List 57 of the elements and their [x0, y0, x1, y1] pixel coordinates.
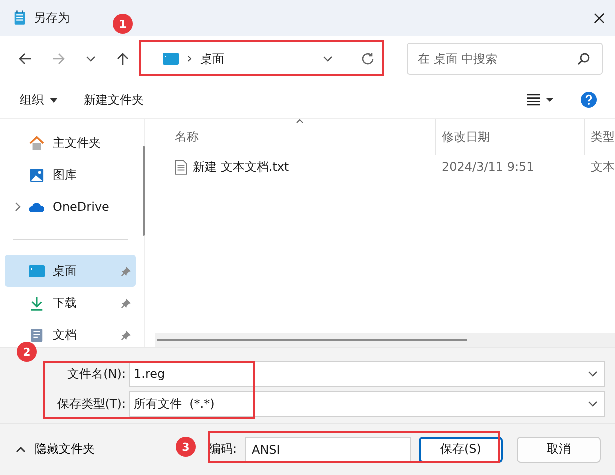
sidebar-item[interactable]: 主文件夹: [5, 127, 136, 159]
sidebar-item[interactable]: 下载: [5, 287, 136, 319]
home-icon: [29, 136, 45, 150]
field-label: 文件名(N):: [66, 366, 127, 382]
sort-caret-icon: [296, 119, 304, 124]
cancel-button[interactable]: 取消: [517, 436, 601, 462]
help-icon[interactable]: [581, 92, 597, 108]
column-header[interactable]: 名称: [157, 119, 435, 155]
desktop-icon: [29, 264, 45, 278]
field-label: 编码:: [208, 441, 237, 458]
sidebar-item[interactable]: 桌面: [5, 255, 136, 287]
back-arrow-icon[interactable]: [18, 52, 32, 66]
save-button[interactable]: 保存(S): [419, 436, 503, 462]
file-name: 新建 文本文档.txt: [193, 158, 290, 176]
sidebar-item[interactable]: OneDrive: [5, 191, 136, 223]
chevron-down-icon[interactable]: [588, 401, 598, 407]
refresh-icon[interactable]: [361, 52, 375, 66]
filename-field[interactable]: 1.reg: [129, 361, 605, 387]
breadcrumb-separator: ›: [187, 51, 193, 67]
close-icon[interactable]: [594, 12, 605, 24]
view-menu-icon[interactable]: [527, 94, 555, 106]
table-cell-text: 文本: [590, 158, 615, 176]
notepad-icon: [14, 10, 26, 26]
text-file-icon: [175, 160, 187, 174]
pin-icon[interactable]: [121, 330, 132, 340]
document-icon: [29, 328, 45, 342]
window-title: 另存为: [34, 10, 70, 26]
scrollbar[interactable]: [157, 339, 467, 341]
column-header[interactable]: 修改日期: [435, 119, 584, 155]
chevron-up-icon: [16, 446, 26, 452]
search-field[interactable]: 在 桌面 中搜索: [407, 43, 603, 75]
scrollbar[interactable]: [143, 146, 145, 236]
pin-icon[interactable]: [121, 266, 132, 276]
search-icon: [577, 52, 591, 66]
download-icon: [29, 296, 45, 310]
chevron-right-icon[interactable]: [15, 202, 21, 212]
breadcrumb-item[interactable]: 桌面: [200, 50, 225, 68]
file-type-dropdown[interactable]: 所有文件 (*.*): [129, 391, 605, 417]
desktop-icon: [163, 53, 179, 65]
up-arrow-icon[interactable]: [116, 52, 130, 66]
column-header[interactable]: 类型: [584, 119, 615, 155]
encoding-dropdown[interactable]: ANSI: [245, 436, 411, 462]
new-folder-button[interactable]: 新建文件夹: [78, 88, 150, 112]
chevron-down-icon[interactable]: [588, 371, 598, 377]
pin-icon[interactable]: [121, 298, 132, 308]
image-icon: [29, 168, 45, 182]
step-badge: 2: [17, 342, 37, 362]
table-cell-text: 2024/3/11 9:51: [441, 159, 536, 176]
field-label: 保存类型(T):: [56, 396, 127, 412]
caret-down-icon: [50, 98, 58, 103]
file-row[interactable]: 新建 文本文档.txt 2024/3/11 9:51 文本: [157, 155, 615, 179]
address-bar[interactable]: › 桌面: [155, 45, 383, 73]
chevron-down-icon[interactable]: [323, 56, 333, 62]
hide-folders-button[interactable]: 隐藏文件夹: [12, 437, 99, 462]
chevron-down-icon[interactable]: [86, 56, 96, 62]
sidebar-item[interactable]: 图库: [5, 159, 136, 191]
organize-button[interactable]: 组织: [14, 88, 64, 112]
